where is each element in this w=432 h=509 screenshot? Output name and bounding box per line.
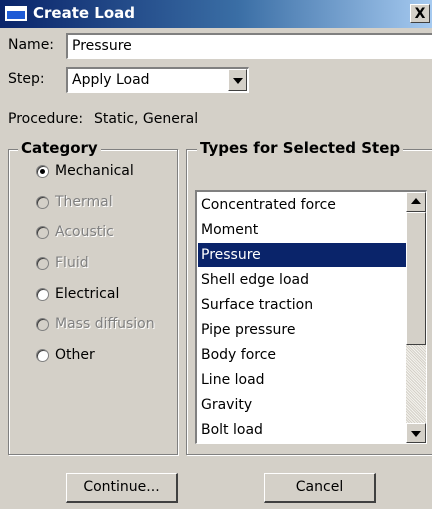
window-icon (5, 6, 27, 21)
radio-button[interactable] (36, 349, 49, 362)
category-option-label: Fluid (55, 255, 89, 271)
arrow-down-icon (411, 431, 421, 437)
list-item[interactable]: Bolt load (198, 418, 406, 442)
scroll-up-button[interactable] (406, 192, 426, 212)
types-scrollbar[interactable] (406, 192, 426, 443)
list-item[interactable]: Gravity (198, 393, 406, 417)
list-item[interactable]: Moment (198, 218, 406, 242)
list-item[interactable]: Shell edge load (198, 268, 406, 292)
radio-button (36, 196, 49, 209)
scroll-down-button[interactable] (406, 423, 426, 443)
radio-button (36, 318, 49, 331)
list-item[interactable]: Pressure (198, 243, 406, 267)
radio-button (36, 226, 49, 239)
category-option-label: Thermal (55, 194, 113, 210)
procedure-value: Static, General (94, 111, 199, 127)
list-item[interactable]: Surface traction (198, 293, 406, 317)
step-dropdown-button[interactable] (228, 69, 247, 91)
cancel-button[interactable]: Cancel (264, 473, 376, 503)
types-listbox[interactable]: Concentrated force Moment Pressure Shell ed… (195, 190, 427, 444)
name-field[interactable]: Pressure (66, 33, 432, 59)
radio-button[interactable] (36, 288, 49, 301)
list-item[interactable]: Concentrated force (198, 193, 406, 217)
list-item[interactable]: Body force (198, 343, 406, 367)
category-option-label: Mechanical (55, 163, 134, 179)
types-group-title: Types for Selected Step (197, 139, 404, 157)
step-label: Step: (8, 71, 45, 87)
close-button[interactable]: X (410, 4, 430, 23)
radio-button[interactable] (36, 165, 49, 178)
step-select[interactable]: Apply Load (66, 67, 249, 93)
category-option-label: Mass diffusion (55, 316, 155, 332)
radio-button (36, 257, 49, 270)
category-option-label: Other (55, 347, 95, 363)
name-label: Name: (8, 37, 55, 53)
chevron-down-icon (232, 78, 243, 84)
title-bar: Create Load X (0, 0, 432, 28)
scroll-thumb[interactable] (406, 212, 426, 345)
list-item[interactable]: Pipe pressure (198, 318, 406, 342)
procedure-label: Procedure: (8, 111, 84, 127)
window-title: Create Load (33, 4, 135, 22)
list-item[interactable]: Line load (198, 368, 406, 392)
arrow-up-icon (411, 198, 421, 204)
category-option-label: Electrical (55, 286, 120, 302)
continue-button[interactable]: Continue... (66, 473, 178, 503)
category-option-label: Acoustic (55, 224, 114, 240)
category-group-title: Category (18, 139, 101, 157)
